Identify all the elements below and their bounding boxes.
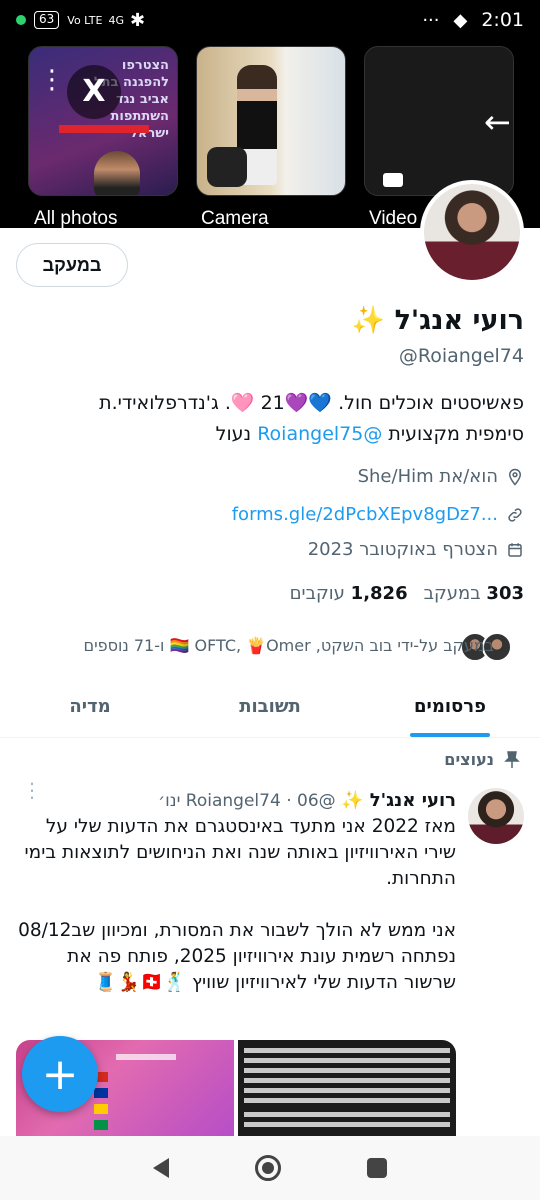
text-line: [244, 1068, 450, 1073]
wifi-icon: ◆: [453, 9, 468, 31]
followers-stat[interactable]: 1,826 עוקבים: [290, 583, 408, 604]
pronouns-row: הוא/את She/Him: [358, 466, 524, 487]
tab-posts[interactable]: פרסומים: [360, 686, 540, 737]
label-video: Video: [369, 208, 418, 228]
nav-back-icon[interactable]: [153, 1158, 169, 1178]
profile-bio: פאשיסטים אוכלים חול. 💙💜21 🩷. ג'נדרפלואיד…: [14, 388, 524, 450]
tweet-header: רועי אנג'ל ✨ @Roiangel74 · 06 ינו׳: [158, 790, 456, 811]
joined-row: הצטרף באוקטובר 2023: [308, 539, 524, 560]
system-nav-bar: [0, 1136, 540, 1200]
pinned-indicator: נעוצים: [444, 750, 520, 769]
tweet-more-icon[interactable]: ⋮: [22, 780, 42, 800]
following-stat[interactable]: 303 במעקב: [424, 583, 524, 604]
tab-label: מדיה: [69, 696, 111, 717]
tab-label: תשובות: [239, 696, 301, 717]
location-pin-icon: [508, 468, 522, 486]
following-button[interactable]: במעקב: [16, 243, 128, 287]
tweet-avatar[interactable]: [468, 788, 524, 844]
bio-line-1: פאשיסטים אוכלים חול. 💙💜21 🩷. ג'נדרפלואיד…: [99, 392, 524, 414]
tab-media[interactable]: מדיה: [0, 686, 180, 737]
compose-button[interactable]: +: [22, 1036, 98, 1112]
tweet-separator: ·: [286, 791, 292, 811]
text-line: [244, 1098, 450, 1103]
label-camera: Camera: [201, 208, 269, 228]
person-photo: [94, 151, 140, 195]
text-line: [244, 1058, 450, 1063]
red-bar: [59, 125, 149, 133]
bluetooth-icon: ✱: [130, 9, 146, 31]
flag-icon: [94, 1104, 108, 1114]
follow-stats: 303 במעקב 1,826 עוקבים: [290, 583, 524, 604]
volte-indicator: Vo LTE: [67, 13, 103, 27]
profile-tabs: פרסומים תשובות מדיה: [0, 686, 540, 738]
bio-mention-link[interactable]: @Roiangel75: [257, 423, 382, 445]
text-line: [244, 1122, 450, 1127]
nav-recents-icon[interactable]: [367, 1158, 387, 1178]
nav-home-icon[interactable]: [255, 1155, 281, 1181]
following-count: 303: [486, 583, 524, 604]
battery-indicator: 63: [34, 11, 60, 29]
active-tab-indicator: [410, 733, 490, 737]
network-indicator: 4G: [108, 13, 124, 27]
profile-handle: @Roiangel74: [398, 345, 524, 367]
thumb-all-photos[interactable]: הצטרפו להפגנה בתל אביב נגד השתתפות ישראל…: [28, 46, 178, 196]
status-more: ···: [422, 9, 440, 31]
following-label: במעקב: [423, 583, 481, 604]
text-line: [244, 1088, 450, 1093]
bio-text: נעול: [215, 423, 258, 445]
active-indicator-icon: [16, 15, 26, 25]
flag-icon: [94, 1120, 108, 1130]
website-link[interactable]: forms.gle/2dPcbXEpv8gDz7...: [232, 504, 498, 525]
bio-line-2: סימפית מקצועית @Roiangel75 נעול: [14, 419, 524, 450]
video-camera-icon: [383, 173, 403, 187]
more-vertical-icon[interactable]: ⋮: [39, 67, 65, 93]
pin-icon: [504, 750, 520, 768]
bio-text: סימפית מקצועית: [382, 423, 524, 445]
joined-text: הצטרף באוקטובר 2023: [307, 539, 498, 560]
followers-count: 1,826: [350, 583, 408, 604]
text-line: [244, 1078, 450, 1083]
text-line: [116, 1054, 176, 1060]
website-row[interactable]: forms.gle/2dPcbXEpv8gDz7...: [232, 504, 524, 525]
profile-avatar[interactable]: [420, 180, 524, 284]
text-line: [244, 1112, 450, 1117]
followed-by-text[interactable]: במעקב על-ידי בוב השקט, OFTC, 🍟Omer 🏳️‍🌈 …: [83, 636, 494, 655]
x-logo-icon: X: [67, 65, 121, 119]
clock: 2:01: [481, 9, 524, 31]
tab-replies[interactable]: תשובות: [180, 686, 360, 737]
bag-photo: [207, 147, 247, 187]
tweet-image-text[interactable]: [238, 1040, 456, 1136]
tweet-text: מאז 2022 אני מתעד באינסטגרם את הדעות שלי…: [18, 816, 456, 993]
pronouns-text: הוא/את She/Him: [357, 466, 498, 487]
flag-icon: [94, 1088, 108, 1098]
label-all-photos: All photos: [34, 208, 118, 228]
link-icon: [508, 507, 522, 522]
followers-label: עוקבים: [289, 583, 345, 604]
back-arrow-icon[interactable]: ←: [484, 106, 511, 138]
calendar-icon: [508, 542, 522, 557]
tweet-author-name[interactable]: רועי אנג'ל ✨: [341, 790, 456, 811]
pinned-label: נעוצים: [444, 750, 494, 769]
thumb-camera[interactable]: [196, 46, 346, 196]
text-line: [244, 1048, 450, 1053]
tab-label: פרסומים: [414, 696, 486, 717]
profile-name: רועי אנג'ל ✨: [351, 305, 524, 336]
status-bar: 63 Vo LTE 4G ✱ ··· ◆ 2:01: [0, 0, 540, 40]
